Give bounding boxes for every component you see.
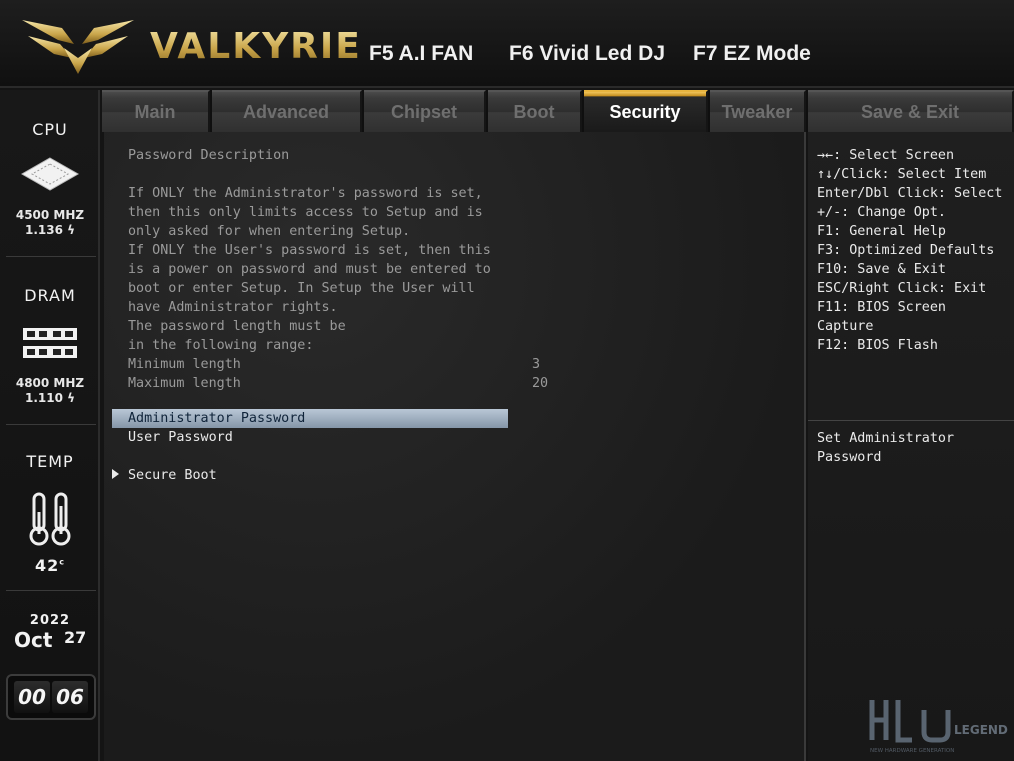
temp-label: TEMP <box>26 452 74 471</box>
password-description-heading: Password Description <box>128 148 290 163</box>
cpu-chip-icon <box>20 157 80 191</box>
description-line: then this only limits access to Setup an… <box>128 205 483 220</box>
brand-name: VALKYRIE <box>150 26 362 67</box>
temp-value: 42 <box>34 556 60 575</box>
min-length-value: 3 <box>532 357 541 372</box>
user-password-item[interactable]: User Password <box>128 428 233 447</box>
voltage-bolt-icon: ϟ <box>62 223 76 237</box>
key-help-line: +/-: Change Opt. <box>817 205 946 220</box>
key-help-line: →←: Select Screen <box>817 148 955 163</box>
sidebar-divider <box>6 256 96 257</box>
tab-tweaker[interactable]: Tweaker <box>710 90 806 132</box>
description-line: If ONLY the Administrator's password is … <box>128 186 483 201</box>
key-help-line: F1: General Help <box>817 224 946 239</box>
header-bar: VALKYRIE F5 A.I FAN F6 Vivid Led DJ F7 E… <box>0 0 1014 88</box>
temp-unit: c <box>59 557 65 567</box>
key-help-line: ESC/Right Click: Exit <box>817 281 987 296</box>
voltage-bolt-icon: ϟ <box>62 391 76 405</box>
sidebar-divider <box>6 424 96 425</box>
secure-boot-item[interactable]: Secure Boot <box>128 466 217 485</box>
key-help-line: Enter/Dbl Click: Select <box>817 186 1003 201</box>
tab-save-exit[interactable]: Save & Exit <box>808 90 1014 132</box>
clock-display: 00 06 <box>6 674 96 720</box>
item-help-text: Set Administrator <box>817 431 955 446</box>
cpu-voltage: 1.136 <box>24 223 63 237</box>
hotkey-ai-fan[interactable]: F5 A.I FAN <box>369 42 473 66</box>
date-day: 27 <box>64 628 87 647</box>
dram-module-icon <box>23 328 77 358</box>
max-length-label: Maximum length <box>128 376 241 391</box>
key-help-line: F3: Optimized Defaults <box>817 243 995 258</box>
tab-bar: Main Advanced Chipset Boot Security Twea… <box>102 90 1014 132</box>
watermark-tagline-text: NEW HARDWARE GENERATION <box>870 748 954 754</box>
tab-chipset[interactable]: Chipset <box>364 90 486 132</box>
date-month: Oct <box>14 628 53 652</box>
submenu-arrow-icon <box>112 469 119 479</box>
valkyrie-wings-logo <box>22 20 134 74</box>
legend-watermark-logo: LEGEND NEW HARDWARE GENERATION <box>869 700 1008 754</box>
watermark-legend-text: LEGEND <box>954 723 1008 737</box>
hotkey-ez-mode[interactable]: F7 EZ Mode <box>693 42 811 66</box>
cpu-frequency: 4500 MHZ <box>15 208 85 222</box>
description-line: in the following range: <box>128 338 314 353</box>
key-help-line: ↑↓/Click: Select Item <box>817 167 987 182</box>
item-help-text: Password <box>817 450 882 465</box>
security-settings-panel: Password Description If ONLY the Adminis… <box>104 132 806 761</box>
tab-security[interactable]: Security <box>584 90 708 132</box>
clock-hours: 00 <box>14 681 50 713</box>
dram-voltage: 1.110 <box>24 391 63 405</box>
help-divider <box>808 420 1014 421</box>
cpu-label: CPU <box>32 120 68 139</box>
status-sidebar: CPU 4500 MHZ 1.136 ϟ DRAM 4800 MHZ 1.110… <box>0 90 100 761</box>
key-help-line: F11: BIOS Screen <box>817 300 946 315</box>
description-line: If ONLY the User's password is set, then… <box>128 243 491 258</box>
description-line: boot or enter Setup. In Setup the User w… <box>128 281 475 296</box>
key-help-line: F10: Save & Exit <box>817 262 946 277</box>
dram-label: DRAM <box>24 286 76 305</box>
administrator-password-item[interactable]: Administrator Password <box>112 409 508 428</box>
key-help-line: Capture <box>817 319 874 334</box>
tab-main[interactable]: Main <box>102 90 210 132</box>
min-length-label: Minimum length <box>128 357 241 372</box>
description-line: only asked for when entering Setup. <box>128 224 411 239</box>
clock-minutes: 06 <box>52 681 88 713</box>
thermometer-icon <box>29 492 71 546</box>
description-line: have Administrator rights. <box>128 300 338 315</box>
dram-frequency: 4800 MHZ <box>15 376 85 390</box>
help-panel: →←: Select Screen ↑↓/Click: Select Item … <box>808 132 1014 761</box>
administrator-password-label: Administrator Password <box>128 411 306 426</box>
description-line: The password length must be <box>128 319 346 334</box>
description-line: is a power on password and must be enter… <box>128 262 491 277</box>
max-length-value: 20 <box>532 376 549 391</box>
date-year: 2022 <box>29 613 71 628</box>
key-help-line: F12: BIOS Flash <box>817 338 938 353</box>
sidebar-divider <box>6 590 96 591</box>
tab-advanced[interactable]: Advanced <box>212 90 362 132</box>
hotkey-vivid-led-dj[interactable]: F6 Vivid Led DJ <box>509 42 665 66</box>
tab-boot[interactable]: Boot <box>488 90 582 132</box>
